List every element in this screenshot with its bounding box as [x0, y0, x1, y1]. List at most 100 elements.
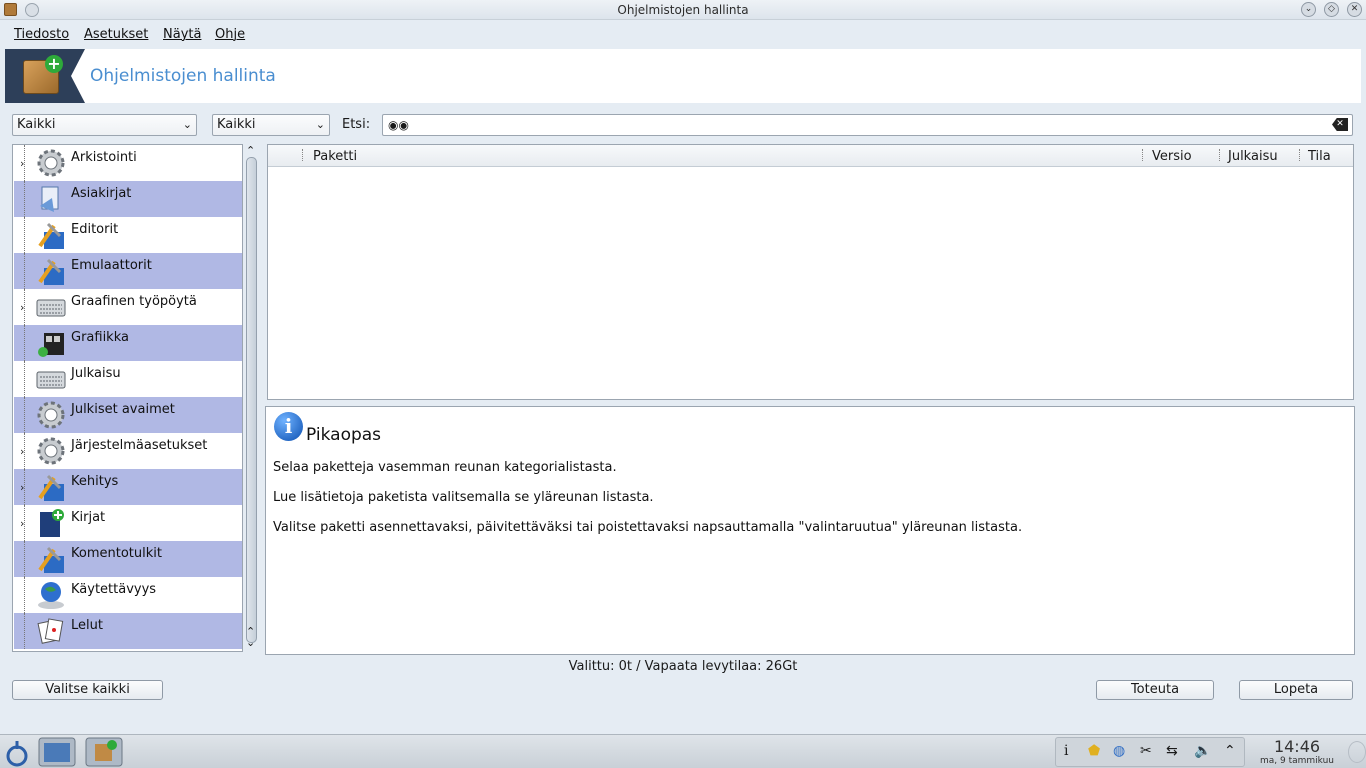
- clock-date: ma, 9 tammikuu: [1259, 756, 1334, 766]
- category-item[interactable]: Komentotulkit: [14, 541, 242, 577]
- search-label: Etsi:: [342, 117, 371, 132]
- quit-button[interactable]: Lopeta: [1239, 680, 1353, 700]
- category-item[interactable]: › Arkistointi: [14, 145, 242, 181]
- gear-icon: [37, 149, 65, 177]
- category-label: Graafinen työpöytä: [71, 294, 197, 309]
- quick-guide-title: Pikaopas: [306, 425, 382, 445]
- clock[interactable]: 14:46 ma, 9 tammikuu: [1252, 737, 1342, 766]
- chevron-down-icon: ⌄: [315, 118, 325, 131]
- category-item[interactable]: › Graafinen työpöytä: [14, 289, 242, 325]
- chevron-down-icon: ⌄: [182, 118, 192, 131]
- scroll-up-icon[interactable]: ⌃: [246, 144, 255, 157]
- binoculars-icon[interactable]: ◉◉: [388, 118, 409, 132]
- category-item[interactable]: › Kirjat: [14, 505, 242, 541]
- clear-search-icon[interactable]: ✕: [1332, 118, 1348, 131]
- category-label: Emulaattorit: [71, 258, 152, 273]
- guide-line: Valitse paketti asennettavaksi, päivitet…: [273, 520, 1023, 535]
- cards-icon: [37, 618, 64, 644]
- category-label: Kehitys: [71, 474, 119, 489]
- taskbar: i ⬟ ◍ ✂ ⇆ 🔈 ⌃ 14:46 ma, 9 tammikuu: [0, 734, 1366, 768]
- tray-shield-icon[interactable]: ⬟: [1088, 743, 1100, 759]
- category-scrollbar[interactable]: ⌃ ⌃ ⌄: [244, 144, 260, 652]
- type-filter-select[interactable]: Kaikki ⌄: [12, 114, 197, 136]
- menubar: Tiedosto Asetukset Näytä Ohje: [0, 24, 1366, 46]
- start-menu-icon[interactable]: [2, 737, 32, 767]
- category-label: Grafiikka: [71, 330, 129, 345]
- book-icon: [40, 509, 64, 537]
- search-box: ◉◉ ✕: [382, 114, 1353, 136]
- type-filter-value: Kaikki: [17, 117, 56, 132]
- category-item[interactable]: Editorit: [14, 217, 242, 253]
- category-item[interactable]: › Järjestelmäasetukset: [14, 433, 242, 469]
- menu-asetukset[interactable]: Asetukset: [84, 27, 148, 42]
- category-item[interactable]: Julkiset avaimet: [14, 397, 242, 433]
- menu-ohje[interactable]: Ohje: [215, 27, 245, 42]
- state-filter-select[interactable]: Kaikki ⌄: [212, 114, 330, 136]
- close-button[interactable]: ✕: [1347, 2, 1362, 17]
- category-item[interactable]: Lelut: [14, 613, 242, 649]
- category-list: › Arkistointi Asiakirjat Editorit Emulaa…: [12, 144, 243, 652]
- tray-expand-icon[interactable]: ⌃: [1224, 743, 1236, 759]
- minimize-button[interactable]: ⌄: [1301, 2, 1316, 17]
- category-item[interactable]: Grafiikka: [14, 325, 242, 361]
- tray-network-icon[interactable]: ⇆: [1166, 743, 1178, 759]
- window-titlebar: Ohjelmistojen hallinta ⌄ ◇ ✕: [0, 0, 1366, 20]
- category-label: Järjestelmäasetukset: [71, 438, 208, 453]
- category-label: Julkaisu: [71, 366, 121, 381]
- menu-nayta[interactable]: Näytä: [163, 27, 201, 42]
- column-versio[interactable]: Versio: [1152, 149, 1192, 164]
- tools-icon: [38, 222, 64, 249]
- column-julkaisu[interactable]: Julkaisu: [1228, 149, 1278, 164]
- expand-icon[interactable]: ›: [20, 157, 24, 170]
- system-tray: i ⬟ ◍ ✂ ⇆ 🔈 ⌃: [1055, 737, 1245, 767]
- column-tila[interactable]: Tila: [1308, 149, 1331, 164]
- category-label: Lelut: [71, 618, 103, 633]
- category-label: Julkiset avaimet: [71, 402, 175, 417]
- guide-line: Lue lisätietoja paketista valitsemalla s…: [273, 490, 654, 505]
- apply-button[interactable]: Toteuta: [1096, 680, 1214, 700]
- tray-volume-icon[interactable]: 🔈: [1194, 743, 1211, 759]
- page-title: Ohjelmistojen hallinta: [90, 66, 276, 86]
- gear-icon: [37, 401, 65, 429]
- select-all-button[interactable]: Valitse kaikki: [12, 680, 163, 700]
- tools-icon: [38, 474, 64, 501]
- category-item[interactable]: Asiakirjat: [14, 181, 242, 217]
- guide-line: Selaa paketteja vasemman reunan kategori…: [273, 460, 617, 475]
- tray-info-icon[interactable]: i: [1064, 743, 1068, 759]
- app-logo: +: [5, 49, 85, 103]
- scroll-down-icon[interactable]: ⌃ ⌄: [246, 626, 255, 648]
- tray-globe-icon[interactable]: ◍: [1113, 743, 1125, 759]
- globe-icon: [38, 582, 64, 609]
- search-input[interactable]: [409, 117, 1309, 133]
- maximize-button[interactable]: ◇: [1324, 2, 1339, 17]
- file-manager-icon[interactable]: [38, 737, 76, 767]
- table-header: Paketti Versio Julkaisu Tila: [268, 145, 1353, 167]
- scrollbar-thumb[interactable]: [246, 157, 257, 643]
- category-item[interactable]: › Kehitys: [14, 469, 242, 505]
- expand-icon[interactable]: ›: [20, 517, 24, 530]
- category-item[interactable]: Käytettävyys: [14, 577, 242, 613]
- menu-tiedosto[interactable]: Tiedosto: [14, 27, 69, 42]
- expand-icon[interactable]: ›: [20, 481, 24, 494]
- expand-icon[interactable]: ›: [20, 301, 24, 314]
- keyboard-icon: [36, 371, 66, 389]
- gear-icon: [37, 437, 65, 465]
- category-label: Asiakirjat: [71, 186, 132, 201]
- keyboard-icon: [36, 299, 66, 317]
- expand-icon[interactable]: ›: [20, 445, 24, 458]
- window-title: Ohjelmistojen hallinta: [617, 3, 749, 17]
- column-paketti[interactable]: Paketti: [313, 149, 357, 164]
- category-label: Käytettävyys: [71, 582, 157, 597]
- tray-scissors-icon[interactable]: ✂: [1140, 743, 1152, 759]
- category-label: Editorit: [71, 222, 119, 237]
- package-table[interactable]: Paketti Versio Julkaisu Tila: [267, 144, 1354, 400]
- desktop-toolbox-icon[interactable]: [1348, 741, 1366, 763]
- category-item[interactable]: Emulaattorit: [14, 253, 242, 289]
- state-filter-value: Kaikki: [217, 117, 256, 132]
- tools-icon: [38, 258, 64, 285]
- category-label: Kirjat: [71, 510, 106, 525]
- category-item[interactable]: Julkaisu: [14, 361, 242, 397]
- tools-icon: [38, 546, 64, 573]
- status-text: Valittu: 0t / Vapaata levytilaa: 26Gt: [568, 659, 798, 674]
- software-manager-task-icon[interactable]: [85, 737, 123, 767]
